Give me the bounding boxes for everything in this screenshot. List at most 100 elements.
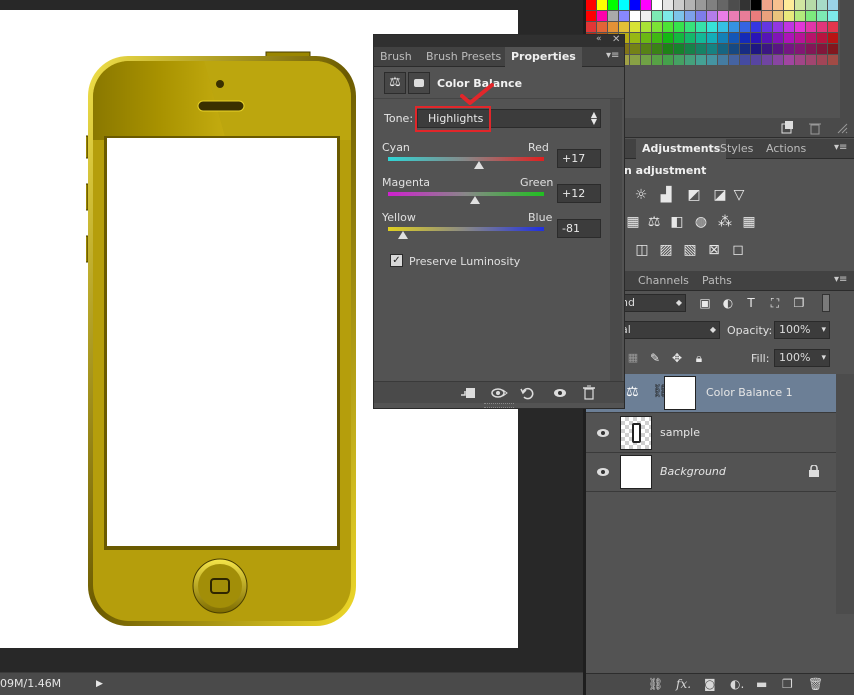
properties-panel[interactable]: « ✕ Brush Brush Presets Properties ▾≡ ⚖ … [373,34,625,409]
color-swatch[interactable] [641,55,651,65]
link-layers-icon[interactable]: ⛓ [648,677,663,691]
color-swatch[interactable] [674,22,684,32]
color-swatch[interactable] [718,44,728,54]
layer-row-sample[interactable]: sample [586,414,836,453]
color-swatch[interactable] [762,22,772,32]
color-swatch[interactable] [828,0,838,10]
filter-shape-icon[interactable]: ⛶ [766,294,784,312]
color-swatch[interactable] [641,44,651,54]
hue-saturation-icon[interactable]: ▦ [624,213,642,231]
color-swatch[interactable] [773,11,783,21]
color-swatch[interactable] [795,44,805,54]
color-swatch[interactable] [707,22,717,32]
color-swatch[interactable] [828,22,838,32]
lock-all-icon[interactable]: 🔒︎ [690,349,708,367]
slider-track[interactable] [388,192,544,196]
filter-type-icon[interactable]: T [742,294,760,312]
color-swatch[interactable] [762,44,772,54]
color-swatch[interactable] [773,33,783,43]
slider-thumb[interactable] [470,196,481,204]
layer-row-background[interactable]: Background [586,453,836,492]
color-swatch[interactable] [762,0,772,10]
posterize-icon[interactable]: ▨ [657,241,675,259]
color-swatch[interactable] [652,22,662,32]
swatches-scrollbar[interactable] [840,0,854,118]
color-swatch[interactable] [641,0,651,10]
color-swatch[interactable] [740,44,750,54]
visibility-eye-icon[interactable] [596,465,610,479]
color-swatch[interactable] [740,11,750,21]
color-swatch[interactable] [773,44,783,54]
color-swatch[interactable] [740,55,750,65]
color-swatch[interactable] [630,33,640,43]
color-swatch[interactable] [707,55,717,65]
slider-value-field[interactable]: -81 [557,219,601,238]
color-swatch[interactable] [729,44,739,54]
tab-adjustments[interactable]: Adjustments [636,139,727,159]
tab-brush[interactable]: Brush [374,47,418,67]
color-swatch[interactable] [751,0,761,10]
color-swatch[interactable] [828,11,838,21]
color-swatch[interactable] [685,22,695,32]
color-swatch[interactable] [652,55,662,65]
color-swatch[interactable] [707,33,717,43]
properties-scrollbar[interactable] [610,99,622,381]
color-swatch[interactable] [619,11,629,21]
color-balance-icon[interactable]: ⚖ [384,72,406,94]
color-swatch[interactable] [817,11,827,21]
color-swatch[interactable] [817,22,827,32]
threshold-icon[interactable]: ▧ [681,241,699,259]
invert-icon[interactable]: ◫ [633,241,651,259]
color-swatch[interactable] [674,33,684,43]
layer-mask-thumbnail[interactable] [664,376,696,410]
color-swatch[interactable] [784,55,794,65]
swatches-panel[interactable] [586,0,854,118]
color-swatch[interactable] [674,0,684,10]
color-swatch[interactable] [663,11,673,21]
color-swatch[interactable] [608,11,618,21]
color-swatch[interactable] [641,22,651,32]
filter-toggle[interactable] [822,294,830,312]
color-swatch[interactable] [718,33,728,43]
color-swatch[interactable] [762,33,772,43]
color-swatch[interactable] [784,11,794,21]
photo-filter-icon[interactable]: ◍ [692,213,710,231]
color-swatch[interactable] [630,55,640,65]
opacity-field[interactable]: 100% ▾ [774,321,830,339]
blend-mode-select[interactable]: al ◆ [616,321,720,339]
color-swatch[interactable] [707,44,717,54]
toggle-visibility-eye-icon[interactable] [552,386,568,400]
clip-to-layer-icon[interactable] [460,386,476,400]
black-white-icon[interactable]: ◧ [668,213,686,231]
color-swatch[interactable] [696,11,706,21]
color-swatch[interactable] [751,11,761,21]
yellow-blue-slider[interactable]: Yellow Blue -81 [374,210,610,246]
color-swatch[interactable] [630,22,640,32]
new-group-icon[interactable]: ▬ [756,677,767,691]
color-swatch[interactable] [795,0,805,10]
color-swatch[interactable] [696,0,706,10]
fx-icon[interactable]: fx. [676,677,691,691]
color-swatch[interactable] [663,44,673,54]
color-swatch[interactable] [784,44,794,54]
color-swatch[interactable] [784,0,794,10]
reset-icon[interactable] [520,386,534,400]
color-swatch[interactable] [685,0,695,10]
color-swatch[interactable] [817,0,827,10]
color-swatch[interactable] [597,11,607,21]
color-swatch[interactable] [685,11,695,21]
collapse-icon[interactable]: « [596,34,602,44]
color-swatch[interactable] [806,55,816,65]
lock-image-icon[interactable]: ✎ [646,349,664,367]
view-previous-state-icon[interactable] [490,386,508,400]
slider-track[interactable] [388,227,544,231]
color-swatch[interactable] [663,55,673,65]
color-swatch[interactable] [773,0,783,10]
properties-resize-grip[interactable] [484,403,514,408]
color-swatch[interactable] [795,55,805,65]
color-swatch[interactable] [630,44,640,54]
color-swatch[interactable] [806,22,816,32]
color-swatch[interactable] [674,55,684,65]
levels-icon[interactable]: ▟ [657,186,675,204]
color-swatch[interactable] [806,44,816,54]
